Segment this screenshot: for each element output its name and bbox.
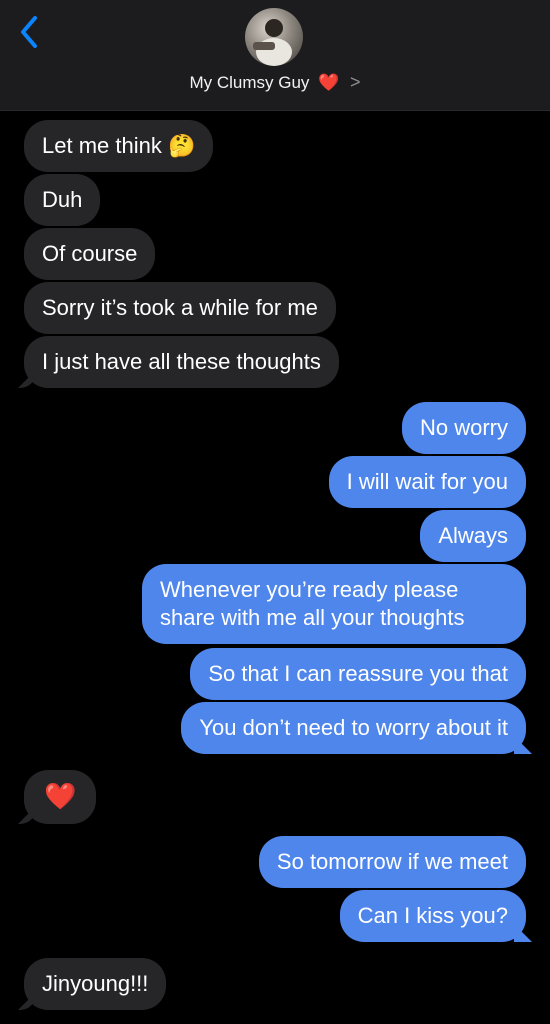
heart-emoji: ❤️ <box>44 781 77 811</box>
message-bubble-sent[interactable]: Always <box>420 510 526 562</box>
conversation-header: My Clumsy Guy ❤️ > <box>0 0 550 111</box>
avatar-photo <box>253 19 292 66</box>
message-bubble-received[interactable]: Jinyoung!!! <box>24 958 167 1010</box>
chevron-left-icon <box>21 16 37 48</box>
message-bubble-received[interactable]: Duh <box>24 174 101 226</box>
message-bubble-received[interactable]: Sorry it’s took a while for me <box>24 282 336 334</box>
back-button[interactable] <box>14 12 44 52</box>
message-bubble-received[interactable]: Of course <box>24 228 156 280</box>
message-bubble-sent[interactable]: You don’t need to worry about it <box>181 702 526 754</box>
message-bubble-sent[interactable]: So that I can reassure you that <box>190 648 526 700</box>
chevron-right-icon: > <box>350 72 361 92</box>
heart-icon: ❤️ <box>318 73 340 92</box>
message-bubble-sent[interactable]: No worry <box>401 402 526 454</box>
contact-name-button[interactable]: My Clumsy Guy ❤️ > <box>0 72 550 93</box>
message-bubble-received[interactable]: Let me think 🤔 <box>24 120 214 172</box>
message-bubble-sent[interactable]: Whenever you’re ready please share with … <box>142 564 526 644</box>
message-bubble-sent[interactable]: I will wait for you <box>328 456 526 508</box>
message-bubble-sent[interactable]: So tomorrow if we meet <box>258 836 526 888</box>
contact-avatar[interactable] <box>245 8 303 66</box>
message-bubble-received[interactable]: I just have all these thoughts <box>24 336 339 388</box>
contact-name-text: My Clumsy Guy <box>189 73 310 92</box>
message-bubble-received[interactable]: ❤️ <box>24 770 97 824</box>
message-thread[interactable]: Let me think 🤔 Duh Of course Sorry it’s … <box>0 110 550 1024</box>
message-bubble-sent[interactable]: Can I kiss you? <box>339 890 526 942</box>
